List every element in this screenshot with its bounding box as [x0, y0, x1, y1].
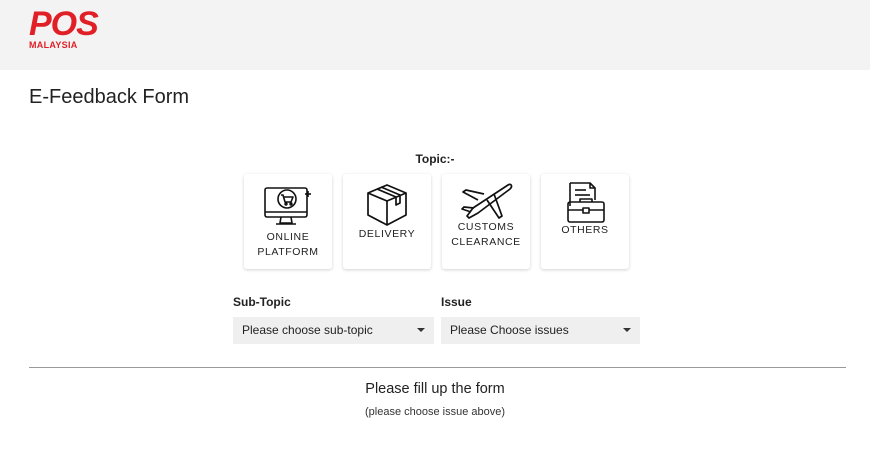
- logo-wordmark: POS: [29, 5, 99, 43]
- box-icon: [367, 184, 407, 226]
- topic-card-label-line2: PLATFORM: [257, 246, 319, 258]
- topic-card-online-platform[interactable]: ONLINE PLATFORM: [244, 174, 332, 269]
- form-message-subtitle: (please choose issue above): [364, 406, 506, 418]
- section-divider: [29, 367, 846, 368]
- topic-card-label-line2: CLEARANCE: [451, 236, 521, 248]
- briefcase-document-icon: [567, 182, 605, 223]
- issue-label: Issue: [441, 295, 472, 309]
- airplane-icon: [461, 183, 513, 219]
- topic-card-others[interactable]: OTHERS: [541, 174, 629, 269]
- topic-card-label-line1: DELIVERY: [358, 228, 416, 240]
- chevron-down-icon: [623, 328, 631, 332]
- topic-card-label-line1: ONLINE: [266, 231, 310, 243]
- computer-cart-icon: [264, 187, 311, 225]
- page-title: E-Feedback Form: [29, 86, 190, 108]
- subtopic-select-value: Please choose sub-topic: [242, 323, 373, 337]
- topic-card-delivery[interactable]: DELIVERY: [343, 174, 431, 269]
- subtopic-select[interactable]: Please choose sub-topic: [233, 317, 434, 344]
- pos-malaysia-logo[interactable]: POS MALAYSIA: [29, 5, 105, 52]
- topic-card-label-line1: CUSTOMS: [457, 221, 515, 233]
- topic-label: Topic:-: [415, 152, 455, 166]
- topic-card-customs-clearance[interactable]: CUSTOMS CLEARANCE: [442, 174, 530, 269]
- chevron-down-icon: [417, 328, 425, 332]
- header-bar: POS MALAYSIA: [0, 0, 870, 70]
- issue-select[interactable]: Please Choose issues: [441, 317, 640, 344]
- issue-select-value: Please Choose issues: [450, 323, 569, 337]
- subtopic-label: Sub-Topic: [233, 295, 291, 309]
- form-message-title: Please fill up the form: [365, 381, 505, 397]
- logo-subtitle: MALAYSIA: [29, 40, 78, 50]
- topic-card-label-line1: OTHERS: [561, 224, 609, 236]
